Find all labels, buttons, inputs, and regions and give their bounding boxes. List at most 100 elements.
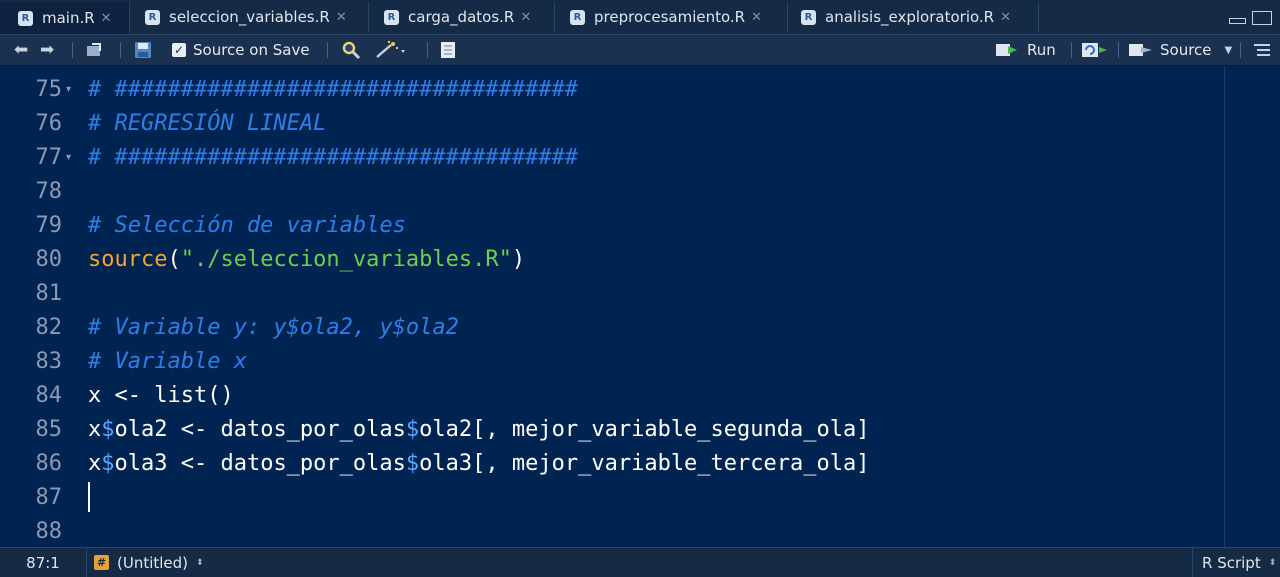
tab-label: main.R (42, 9, 95, 27)
tab-bar: R main.R ✕ R seleccion_variables.R ✕ R c… (0, 0, 1280, 35)
minimize-icon[interactable] (1229, 18, 1246, 24)
toolbar-separator (1118, 42, 1119, 58)
search-icon[interactable] (341, 35, 361, 65)
file-type-selector[interactable]: R Script ⬍ (1192, 548, 1280, 577)
code-line-83: # Variable x (88, 349, 247, 374)
tab-preprocesamiento[interactable]: R preprocesamiento.R ✕ (556, 2, 788, 32)
back-arrow-icon[interactable]: ⬅ (14, 35, 28, 65)
code-tools-wand-icon[interactable] (374, 35, 408, 65)
toolbar-separator (1071, 42, 1072, 58)
outline-icon[interactable] (1252, 35, 1272, 65)
paren-close: ) (511, 247, 526, 272)
code-line-82: # Variable y: y$ola2, y$ola2 (88, 315, 459, 340)
close-icon[interactable]: ✕ (1000, 10, 1011, 25)
code-token: ola2 <- datos_por_olas (114, 417, 406, 442)
code-line-86: x$ola3 <- datos_por_olas$ola3[, mejor_va… (88, 447, 870, 481)
cursor-position: 87:1 (0, 548, 87, 577)
save-icon[interactable] (134, 35, 152, 65)
r-file-icon: R (801, 9, 816, 25)
chevron-updown-icon: ⬍ (1268, 557, 1277, 568)
editor-toolbar: ⬅ ➡ ✓ Source on Save Run Source ▼ (0, 35, 1280, 66)
code-token: ola3[, mejor_variable_tercera_ola] (419, 451, 870, 476)
scope-label: (Untitled) (117, 553, 189, 572)
line-number: 77 (35, 145, 63, 170)
dollar-operator: $ (101, 417, 115, 442)
maximize-icon[interactable] (1252, 11, 1272, 25)
dollar-operator: $ (405, 417, 420, 442)
toolbar-separator (120, 42, 121, 58)
code-token: x (88, 417, 102, 442)
fold-toggle-icon[interactable]: ▾ (66, 73, 71, 107)
close-icon[interactable]: ✕ (751, 10, 762, 25)
line-number: 81 (35, 281, 63, 306)
code-line-75: # ################################### (88, 77, 579, 102)
dollar-operator: $ (405, 451, 420, 476)
code-line-76: # REGRESIÓN LINEAL (88, 111, 327, 136)
print-margin (1224, 66, 1225, 547)
r-file-icon: R (570, 9, 585, 25)
source-on-save-checkbox[interactable]: ✓ Source on Save (172, 35, 310, 65)
r-file-icon: R (384, 9, 399, 25)
tab-label: analisis_exploratorio.R (825, 8, 995, 26)
compile-report-icon[interactable] (438, 35, 458, 65)
tab-carga-datos[interactable]: R carga_datos.R ✕ (370, 2, 555, 32)
source-label: Source (1160, 41, 1212, 59)
show-in-window-icon[interactable] (84, 35, 104, 65)
toolbar-separator (327, 42, 328, 58)
tab-analisis-exploratorio[interactable]: R analisis_exploratorio.R ✕ (789, 2, 1039, 32)
code-token: ola3 <- datos_por_olas (114, 451, 406, 476)
function-name: source (88, 247, 168, 272)
text-cursor (88, 482, 90, 512)
tab-label: carga_datos.R (408, 8, 515, 26)
paren-open: ( (167, 247, 181, 272)
run-button[interactable]: Run (995, 35, 1056, 65)
check-icon: ✓ (172, 43, 186, 57)
hash-icon: # (94, 555, 109, 570)
scope-selector[interactable]: # (Untitled) ⬍ (94, 548, 204, 577)
close-icon[interactable]: ✕ (520, 10, 531, 25)
toolbar-separator (72, 42, 73, 58)
code-line-84: x <- list() (88, 383, 234, 408)
close-icon[interactable]: ✕ (336, 10, 347, 25)
line-number: 80 (35, 247, 63, 272)
line-number-gutter: 75 ▾ 76 77 ▾ 78 79 80 81 82 83 84 85 86 … (0, 66, 82, 547)
line-number: 84 (35, 383, 63, 408)
source-button[interactable]: Source ▼ (1128, 35, 1232, 65)
code-line-77: # ################################### (88, 145, 579, 170)
file-type-label: R Script (1202, 553, 1261, 572)
r-file-icon: R (145, 9, 160, 25)
line-number: 78 (35, 179, 63, 204)
line-number: 79 (35, 213, 63, 238)
line-number: 85 (35, 417, 63, 442)
line-number: 75 (35, 77, 63, 102)
string-literal: "./seleccion_variables.R" (180, 247, 512, 272)
fold-toggle-icon[interactable]: ▾ (66, 141, 71, 175)
code-token: ola2[, mejor_variable_segunda_ola] (419, 417, 870, 442)
tab-label: preprocesamiento.R (594, 8, 746, 26)
status-bar: 87:1 # (Untitled) ⬍ R Script ⬍ (0, 547, 1280, 577)
code-line-85: x$ola2 <- datos_por_olas$ola2[, mejor_va… (88, 413, 870, 447)
source-on-save-label: Source on Save (193, 41, 310, 59)
tab-main[interactable]: R main.R ✕ (0, 2, 130, 34)
line-number: 86 (35, 451, 63, 476)
tab-seleccion-variables[interactable]: R seleccion_variables.R ✕ (131, 2, 369, 32)
toolbar-separator (1240, 42, 1241, 58)
toolbar-separator (427, 42, 428, 58)
forward-arrow-icon[interactable]: ➡ (40, 35, 54, 65)
rerun-icon[interactable] (1081, 35, 1109, 65)
code-line-80: source("./seleccion_variables.R") (88, 243, 525, 277)
line-number: 87 (35, 485, 63, 510)
code-token: x (88, 451, 102, 476)
line-number: 82 (35, 315, 63, 340)
tab-label: seleccion_variables.R (169, 8, 330, 26)
line-number: 83 (35, 349, 63, 374)
code-editor[interactable]: 75 ▾ 76 77 ▾ 78 79 80 81 82 83 84 85 86 … (0, 66, 1280, 547)
chevron-down-icon[interactable]: ▼ (1225, 45, 1233, 56)
chevron-updown-icon: ⬍ (196, 557, 204, 568)
line-number: 88 (35, 519, 63, 544)
r-file-icon: R (18, 10, 33, 26)
code-line-79: # Selección de variables (88, 213, 406, 238)
close-icon[interactable]: ✕ (101, 11, 112, 26)
line-number: 76 (35, 111, 63, 136)
dollar-operator: $ (101, 451, 115, 476)
